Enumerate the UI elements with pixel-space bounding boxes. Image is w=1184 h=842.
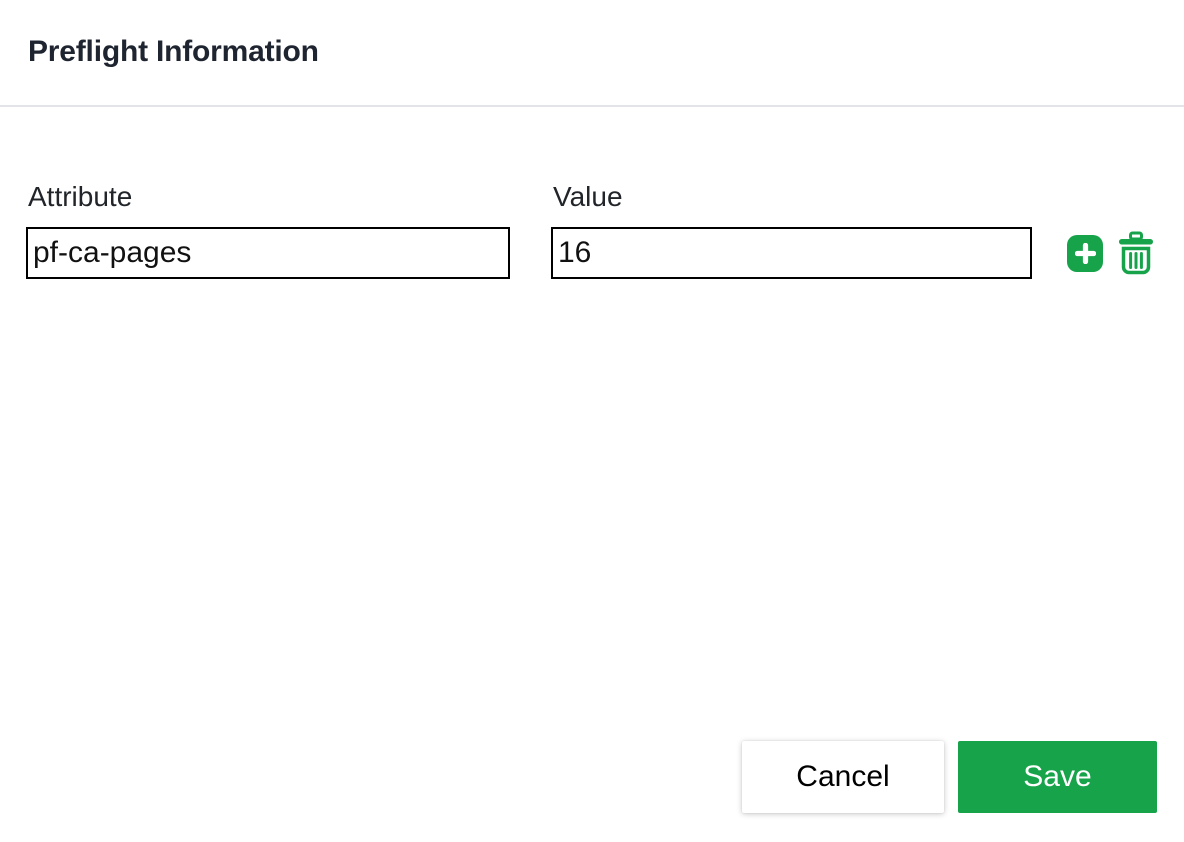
value-input[interactable]	[551, 227, 1032, 279]
row-actions	[1067, 227, 1156, 279]
attribute-label: Attribute	[28, 180, 510, 214]
cancel-button[interactable]: Cancel	[742, 741, 944, 813]
form-content: Attribute Value	[0, 107, 1184, 279]
page-header: Preflight Information	[0, 0, 1184, 67]
attribute-input[interactable]	[26, 227, 510, 279]
value-field-group: Value	[551, 180, 1032, 279]
plus-icon	[1075, 243, 1096, 264]
trash-icon	[1116, 231, 1156, 276]
page-title: Preflight Information	[28, 37, 1184, 67]
attribute-field-group: Attribute	[26, 180, 510, 279]
delete-row-button[interactable]	[1116, 231, 1156, 276]
footer-actions: Cancel Save	[742, 741, 1157, 813]
value-label: Value	[553, 180, 1032, 214]
add-row-button[interactable]	[1067, 235, 1103, 272]
save-button[interactable]: Save	[958, 741, 1157, 813]
attribute-value-row: Attribute Value	[26, 180, 1157, 279]
